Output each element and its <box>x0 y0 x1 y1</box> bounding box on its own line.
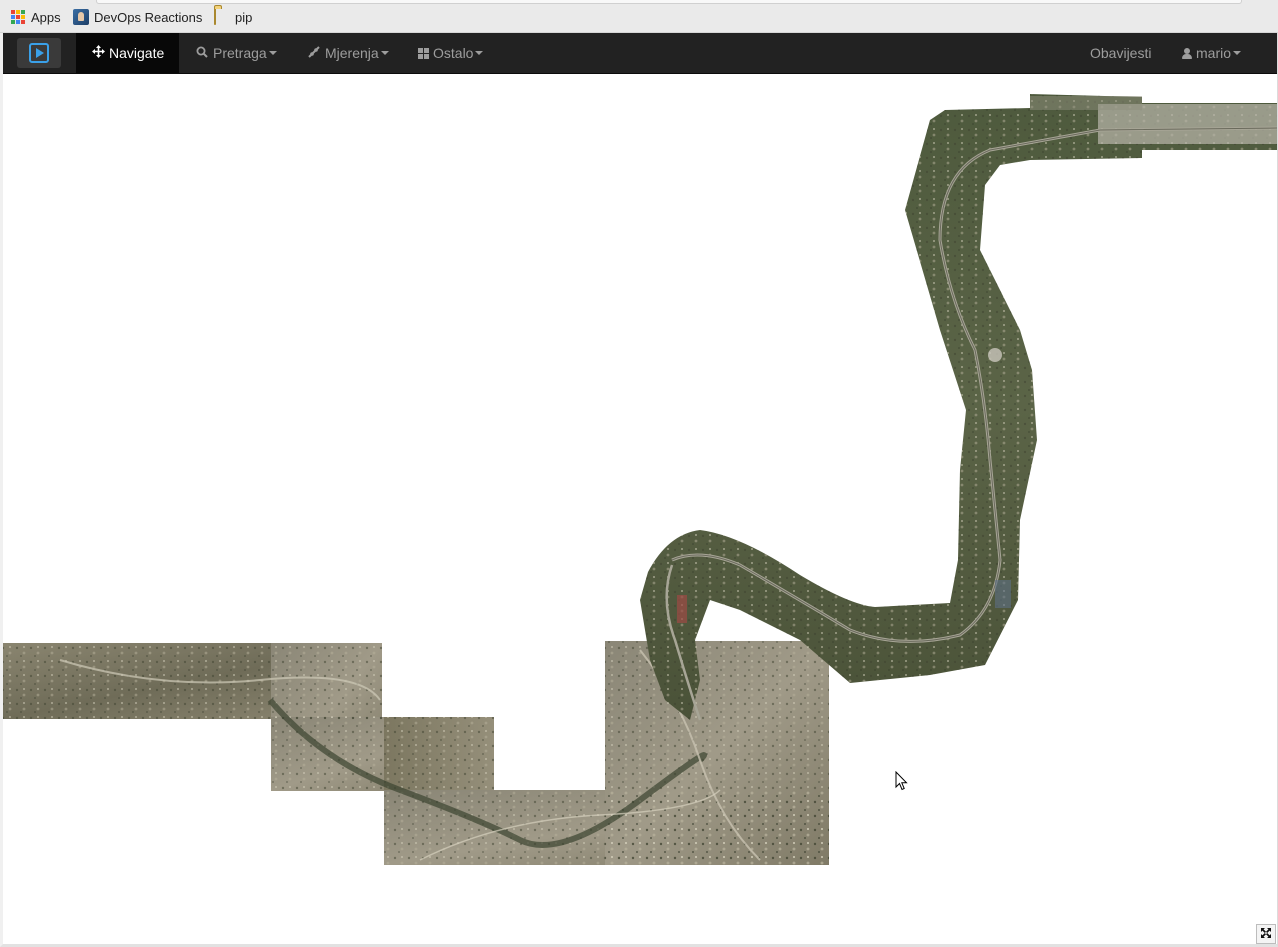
nav-label: Obavijesti <box>1090 45 1152 61</box>
nav-label: Mjerenja <box>325 45 379 61</box>
bookmark-devops-reactions[interactable]: DevOps Reactions <box>73 8 202 26</box>
bookmark-label: pip <box>235 9 253 25</box>
nav-mjerenja[interactable]: Mjerenja <box>292 33 404 73</box>
mouse-cursor-icon <box>895 770 909 796</box>
bookmark-pip[interactable]: pip <box>214 8 252 26</box>
bookmarks-bar: Apps DevOps Reactions pip <box>0 0 1278 33</box>
tile-group-corridor <box>640 94 1277 721</box>
search-icon <box>195 46 209 61</box>
bookmark-apps[interactable]: Apps <box>10 8 61 26</box>
nav-label: Navigate <box>109 45 165 61</box>
chevron-down-icon <box>268 51 277 55</box>
omnibox-edge <box>96 0 1242 4</box>
chevron-down-icon <box>1233 51 1242 55</box>
user-icon <box>1182 47 1192 59</box>
navbar: Navigate Pretraga Mjerenja Ostalo Obavij… <box>3 33 1277 74</box>
expand-icon <box>1260 927 1272 942</box>
play-logo-icon <box>29 43 49 63</box>
chevron-down-icon <box>475 51 484 55</box>
fullscreen-button[interactable] <box>1256 924 1276 944</box>
user-menu[interactable]: mario <box>1167 33 1256 73</box>
nav-pretraga[interactable]: Pretraga <box>180 33 292 73</box>
nav-obavijesti[interactable]: Obavijesti <box>1075 33 1166 73</box>
folder-icon <box>214 8 230 25</box>
grid-icon <box>418 47 429 59</box>
nav-label: Pretraga <box>213 45 267 61</box>
nav-navigate[interactable]: Navigate <box>76 33 180 73</box>
move-arrows-icon <box>91 45 105 61</box>
measure-icon <box>307 45 321 61</box>
map-canvas[interactable] <box>3 74 1277 944</box>
nav-label: Ostalo <box>433 45 474 61</box>
nav-ostalo[interactable]: Ostalo <box>403 33 498 73</box>
favicon-icon <box>73 9 89 25</box>
aerial-imagery <box>3 94 1277 865</box>
brand-button[interactable] <box>17 38 61 68</box>
chevron-down-icon <box>380 51 389 55</box>
bookmark-label: DevOps Reactions <box>94 9 203 25</box>
tile-group-southwest <box>3 641 829 865</box>
bookmark-label: Apps <box>31 9 61 25</box>
apps-grid-icon <box>10 9 26 25</box>
user-name: mario <box>1196 45 1232 61</box>
